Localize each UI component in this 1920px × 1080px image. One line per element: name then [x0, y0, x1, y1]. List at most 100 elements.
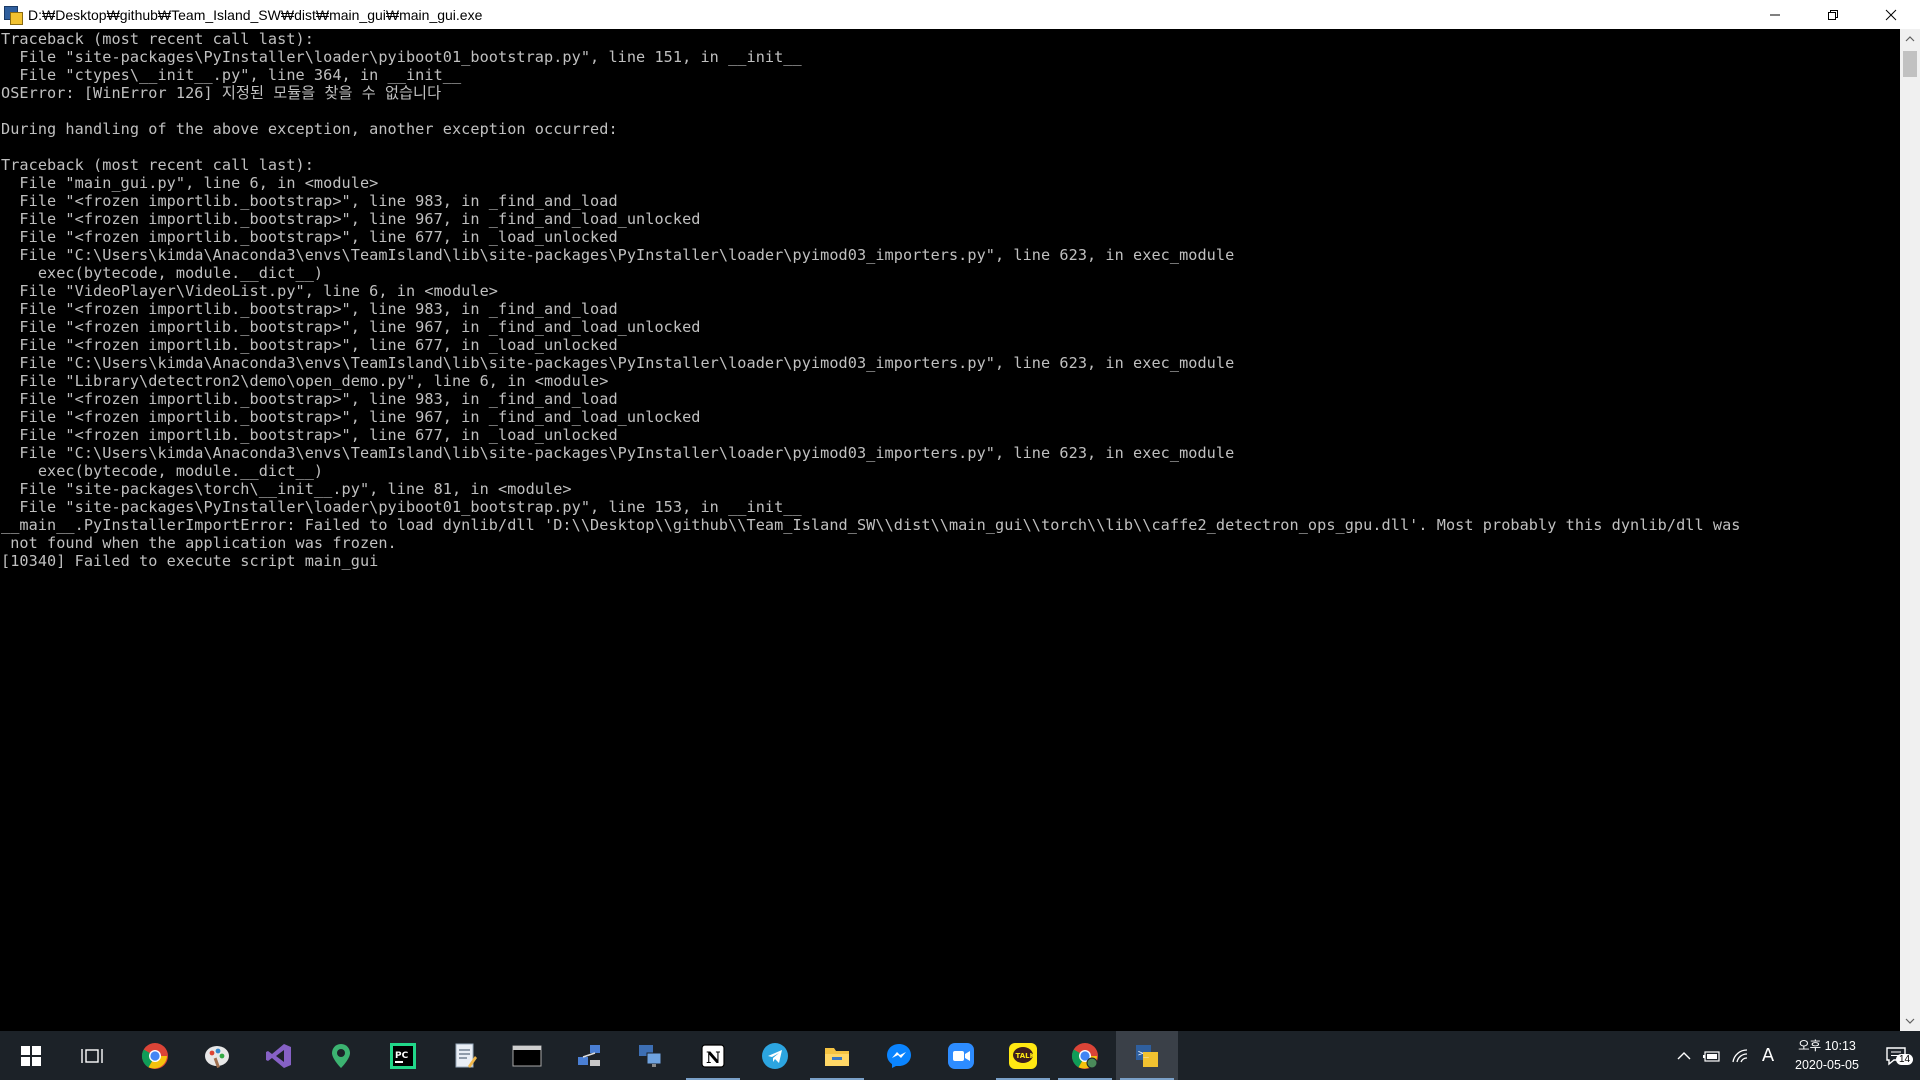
- console-line: File "<frozen importlib._bootstrap>", li…: [1, 408, 701, 426]
- taskbar-notion[interactable]: N: [682, 1031, 744, 1080]
- show-hidden-icons-button[interactable]: [1670, 1031, 1698, 1080]
- console-line: File "site-packages\torch\__init__.py", …: [1, 480, 572, 498]
- taskbar-map-app[interactable]: [310, 1031, 372, 1080]
- notion-icon: N: [701, 1043, 725, 1068]
- scroll-down-arrow-icon: [1905, 1018, 1915, 1024]
- console-line: File "<frozen importlib._bootstrap>", li…: [1, 192, 618, 210]
- console-line: File "<frozen importlib._bootstrap>", li…: [1, 318, 701, 336]
- restore-icon: [1828, 9, 1838, 20]
- taskbar-python-app[interactable]: >_: [1116, 1031, 1178, 1080]
- ime-indicator[interactable]: A: [1754, 1031, 1782, 1080]
- console-line: File "Library\detectron2\demo\open_demo.…: [1, 372, 609, 390]
- console-line: File "C:\Users\kimda\Anaconda3\envs\Team…: [1, 354, 1235, 372]
- taskbar-chrome[interactable]: [124, 1031, 186, 1080]
- taskbar-chrome-beta[interactable]: [1054, 1031, 1116, 1080]
- console-line: File "site-packages\PyInstaller\loader\p…: [1, 498, 802, 516]
- svg-text:TALK: TALK: [1016, 1052, 1036, 1060]
- paint-palette-icon: [205, 1045, 229, 1068]
- battery-button[interactable]: [1698, 1031, 1726, 1080]
- clock-time: 오후 10:13: [1798, 1038, 1856, 1053]
- console-line: File "ctypes\__init__.py", line 364, in …: [1, 66, 462, 84]
- taskbar-telegram[interactable]: [744, 1031, 806, 1080]
- clock[interactable]: 오후 10:13 2020-05-05: [1782, 1037, 1872, 1075]
- task-view-button[interactable]: [62, 1031, 124, 1080]
- scroll-up-button[interactable]: [1900, 29, 1920, 49]
- console-line: File "C:\Users\kimda\Anaconda3\envs\Team…: [1, 444, 1235, 462]
- remote-desktop-icon: [639, 1044, 662, 1067]
- taskbar-remote-desktop[interactable]: [620, 1031, 682, 1080]
- taskbar-terminal[interactable]: [496, 1031, 558, 1080]
- vertical-scrollbar[interactable]: [1900, 29, 1920, 1031]
- console-output[interactable]: Traceback (most recent call last): File …: [0, 29, 1900, 1031]
- taskbar-messenger[interactable]: [868, 1031, 930, 1080]
- svg-text:PC: PC: [395, 1051, 409, 1061]
- window-controls: [1746, 0, 1920, 29]
- action-center-button[interactable]: 14: [1872, 1031, 1920, 1080]
- messenger-icon: [887, 1043, 911, 1068]
- taskbar: PC N TALK >_ A 오후 10:13 2020-05-05 14: [0, 1031, 1920, 1080]
- console-text: Traceback (most recent call last): File …: [0, 29, 1900, 570]
- minimize-icon: [1770, 14, 1780, 15]
- system-tray: A 오후 10:13 2020-05-05 14: [1670, 1031, 1920, 1080]
- console-line: exec(bytecode, module.__dict__): [1, 264, 324, 282]
- taskbar-visual-studio[interactable]: [248, 1031, 310, 1080]
- window-title-bar[interactable]: D:₩Desktop₩github₩Team_Island_SW₩dist₩ma…: [0, 0, 1920, 29]
- network-computer-icon: [578, 1044, 600, 1066]
- taskbar-network[interactable]: [558, 1031, 620, 1080]
- python-app-icon: [4, 5, 23, 25]
- taskbar-pycharm[interactable]: PC: [372, 1031, 434, 1080]
- console-line: exec(bytecode, module.__dict__): [1, 462, 324, 480]
- window-title: D:₩Desktop₩github₩Team_Island_SW₩dist₩ma…: [28, 6, 483, 23]
- telegram-icon: [762, 1042, 788, 1069]
- taskbar-file-explorer[interactable]: [806, 1031, 868, 1080]
- console-line: [10340] Failed to execute script main_gu…: [1, 552, 379, 570]
- terminal-window-icon: [512, 1045, 542, 1066]
- close-icon: [1885, 9, 1897, 20]
- console-line: File "<frozen importlib._bootstrap>", li…: [1, 426, 618, 444]
- windows-start-icon: [21, 1045, 41, 1066]
- console-line: File "<frozen importlib._bootstrap>", li…: [1, 228, 618, 246]
- pycharm-icon: PC: [390, 1042, 416, 1069]
- scroll-up-arrow-icon: [1905, 36, 1915, 42]
- kakaotalk-icon: TALK: [1009, 1042, 1037, 1069]
- chrome-icon: [141, 1042, 168, 1069]
- svg-text:>_: >_: [1138, 1049, 1149, 1059]
- python-app-icon: >_: [1136, 1044, 1158, 1067]
- console-line: File "main_gui.py", line 6, in <module>: [1, 174, 379, 192]
- wifi-icon: [1732, 1048, 1748, 1062]
- scroll-down-button[interactable]: [1900, 1011, 1920, 1031]
- close-button[interactable]: [1862, 0, 1920, 29]
- map-pin-app-icon: [332, 1043, 350, 1068]
- console-line: __main__.PyInstallerImportError: Failed …: [1, 516, 1741, 534]
- notification-count-badge: 14: [1896, 1054, 1914, 1065]
- console-line: File "C:\Users\kimda\Anaconda3\envs\Team…: [1, 246, 1235, 264]
- console-line: Traceback (most recent call last):: [1, 30, 314, 48]
- visual-studio-icon: [266, 1043, 291, 1068]
- chevron-up-icon: [1677, 1051, 1691, 1059]
- console-line: File "VideoPlayer\VideoList.py", line 6,…: [1, 282, 498, 300]
- zoom-icon: [948, 1042, 974, 1069]
- taskbar-paint[interactable]: [186, 1031, 248, 1080]
- svg-text:N: N: [706, 1048, 721, 1067]
- console-line: Traceback (most recent call last):: [1, 156, 314, 174]
- console-line: OSError: [WinError 126] 지정된 모듈을 찾을 수 없습니…: [1, 84, 442, 102]
- taskbar-notepad[interactable]: [434, 1031, 496, 1080]
- start-button[interactable]: [0, 1031, 62, 1080]
- task-view-icon: [81, 1048, 103, 1063]
- wifi-button[interactable]: [1726, 1031, 1754, 1080]
- minimize-button[interactable]: [1746, 0, 1804, 29]
- scrollbar-thumb[interactable]: [1903, 51, 1917, 77]
- console-line: not found when the application was froze…: [1, 534, 397, 552]
- chrome-beta-icon: [1071, 1042, 1098, 1069]
- notepad-doc-icon: [455, 1043, 477, 1068]
- console-line: File "<frozen importlib._bootstrap>", li…: [1, 300, 618, 318]
- taskbar-kakaotalk[interactable]: TALK: [992, 1031, 1054, 1080]
- console-line: File "<frozen importlib._bootstrap>", li…: [1, 210, 701, 228]
- file-explorer-icon: [825, 1047, 849, 1066]
- console-line: File "<frozen importlib._bootstrap>", li…: [1, 336, 618, 354]
- console-line: During handling of the above exception, …: [1, 120, 618, 138]
- taskbar-zoom[interactable]: [930, 1031, 992, 1080]
- restore-button[interactable]: [1804, 0, 1862, 29]
- console-line: File "<frozen importlib._bootstrap>", li…: [1, 390, 618, 408]
- console-line: File "site-packages\PyInstaller\loader\p…: [1, 48, 802, 66]
